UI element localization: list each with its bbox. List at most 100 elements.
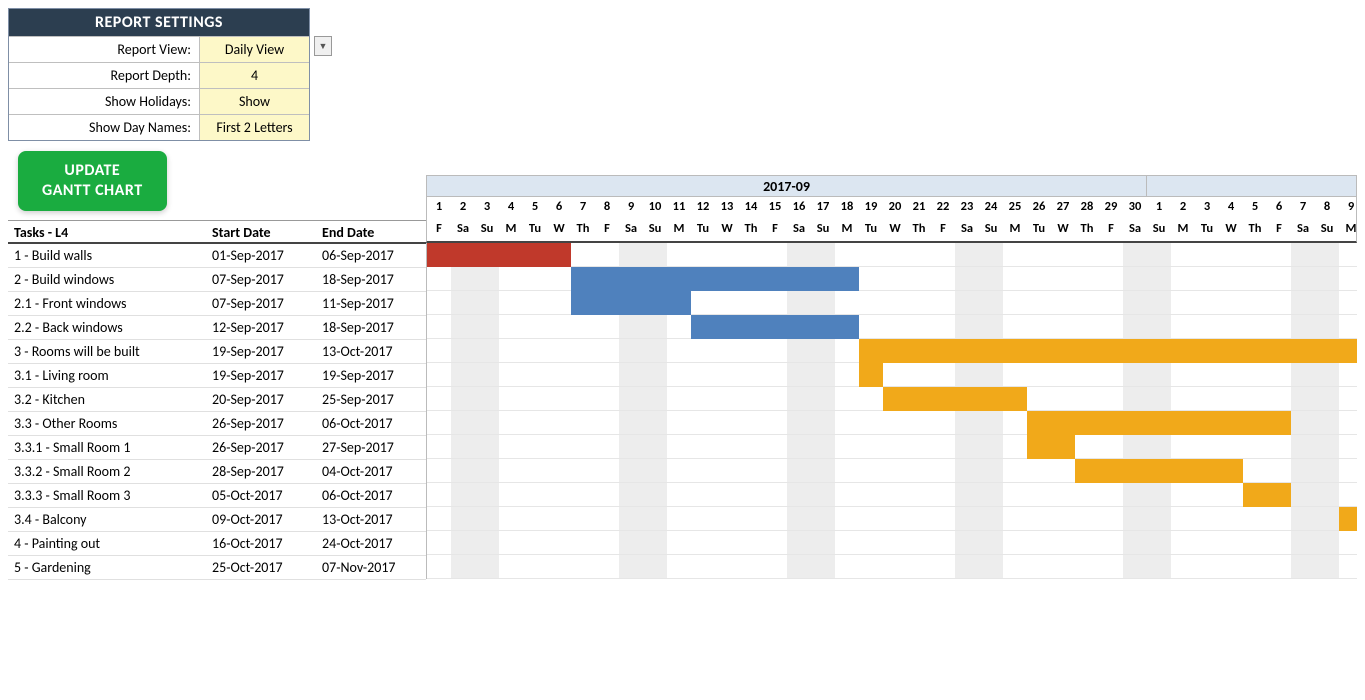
day-cell xyxy=(475,315,499,339)
dayname-cell: M xyxy=(499,219,523,241)
day-cell xyxy=(883,243,907,267)
day-cell xyxy=(787,555,811,579)
day-cell xyxy=(1099,483,1123,507)
day-cell xyxy=(955,435,979,459)
settings-value[interactable]: 4 xyxy=(199,62,309,88)
day-cell xyxy=(547,291,571,315)
day-cell xyxy=(835,243,859,267)
task-start: 28-Sep-2017 xyxy=(206,460,316,483)
day-cell xyxy=(979,459,1003,483)
gantt-bar-segment xyxy=(1003,339,1027,363)
day-cell xyxy=(1315,363,1339,387)
day-cell xyxy=(427,555,451,579)
daynum-cell: 4 xyxy=(499,197,523,219)
task-row[interactable]: 5 - Gardening25-Oct-201707-Nov-2017 xyxy=(8,556,426,580)
day-cell xyxy=(427,363,451,387)
task-row[interactable]: 3.3.2 - Small Room 228-Sep-201704-Oct-20… xyxy=(8,460,426,484)
task-row[interactable]: 2.2 - Back windows12-Sep-201718-Sep-2017 xyxy=(8,316,426,340)
day-cell xyxy=(571,459,595,483)
gantt-bar-segment xyxy=(955,387,979,411)
day-cell xyxy=(979,315,1003,339)
gantt-bar-segment xyxy=(1027,435,1051,459)
day-cell xyxy=(835,411,859,435)
gantt-bar-segment xyxy=(715,267,739,291)
day-cell xyxy=(1315,507,1339,531)
gantt-bar-segment xyxy=(859,339,883,363)
day-cell xyxy=(595,531,619,555)
day-cell xyxy=(1147,483,1171,507)
task-row[interactable]: 3.1 - Living room19-Sep-201719-Sep-2017 xyxy=(8,364,426,388)
day-cell xyxy=(1123,435,1147,459)
task-row[interactable]: 4 - Painting out16-Oct-201724-Oct-2017 xyxy=(8,532,426,556)
day-cell xyxy=(475,411,499,435)
task-row[interactable]: 1 - Build walls01-Sep-201706-Sep-2017 xyxy=(8,244,426,268)
day-cell xyxy=(739,291,763,315)
dayname-cell: Th xyxy=(571,219,595,241)
day-cell xyxy=(835,483,859,507)
gantt-bar-segment xyxy=(1195,339,1219,363)
day-cell xyxy=(931,459,955,483)
day-cell xyxy=(715,483,739,507)
day-cell xyxy=(571,435,595,459)
day-cell xyxy=(1099,291,1123,315)
day-cell xyxy=(907,315,931,339)
day-cell xyxy=(619,435,643,459)
task-row[interactable]: 3.3.1 - Small Room 126-Sep-201727-Sep-20… xyxy=(8,436,426,460)
day-cell xyxy=(643,339,667,363)
task-row[interactable]: 3 - Rooms will be built19-Sep-201713-Oct… xyxy=(8,340,426,364)
settings-value[interactable]: First 2 Letters xyxy=(199,114,309,140)
day-cell xyxy=(715,339,739,363)
daynum-cell: 6 xyxy=(547,197,571,219)
day-cell xyxy=(883,435,907,459)
day-cell xyxy=(547,315,571,339)
task-row[interactable]: 2 - Build windows07-Sep-201718-Sep-2017 xyxy=(8,268,426,292)
day-cell xyxy=(1339,267,1357,291)
task-start: 19-Sep-2017 xyxy=(206,364,316,387)
day-cell xyxy=(1171,291,1195,315)
day-cell xyxy=(763,339,787,363)
day-cell xyxy=(691,387,715,411)
day-cell xyxy=(1099,315,1123,339)
day-cell xyxy=(1075,363,1099,387)
day-cell xyxy=(643,483,667,507)
daynum-cell: 9 xyxy=(1339,197,1357,219)
task-row[interactable]: 2.1 - Front windows07-Sep-201711-Sep-201… xyxy=(8,292,426,316)
daynum-cell: 24 xyxy=(979,197,1003,219)
day-cell xyxy=(1051,459,1075,483)
settings-value[interactable]: Daily View xyxy=(199,36,309,62)
day-cell xyxy=(571,507,595,531)
day-cell xyxy=(547,267,571,291)
day-cell xyxy=(811,363,835,387)
chevron-down-icon[interactable]: ▼ xyxy=(314,36,332,56)
day-cell xyxy=(859,411,883,435)
day-cell xyxy=(715,243,739,267)
day-cell xyxy=(547,363,571,387)
day-cell xyxy=(859,243,883,267)
task-row[interactable]: 3.3.3 - Small Room 305-Oct-201706-Oct-20… xyxy=(8,484,426,508)
daynum-cell: 27 xyxy=(1051,197,1075,219)
settings-value[interactable]: Show xyxy=(199,88,309,114)
day-cell xyxy=(1267,387,1291,411)
task-row[interactable]: 3.3 - Other Rooms26-Sep-201706-Oct-2017 xyxy=(8,412,426,436)
day-cell xyxy=(571,339,595,363)
task-row[interactable]: 3.2 - Kitchen20-Sep-201725-Sep-2017 xyxy=(8,388,426,412)
task-name: 2.2 - Back windows xyxy=(8,316,206,339)
day-cell xyxy=(787,339,811,363)
day-cell xyxy=(1171,315,1195,339)
gantt-bar-segment xyxy=(427,243,451,267)
day-cell xyxy=(1075,387,1099,411)
day-cell xyxy=(523,459,547,483)
task-row[interactable]: 3.4 - Balcony09-Oct-201713-Oct-2017 xyxy=(8,508,426,532)
daynum-cell: 25 xyxy=(1003,197,1027,219)
task-end: 24-Oct-2017 xyxy=(316,532,426,555)
day-cell xyxy=(1027,531,1051,555)
day-cell xyxy=(643,315,667,339)
day-cell xyxy=(499,411,523,435)
day-cell xyxy=(547,555,571,579)
gantt-bar-segment xyxy=(1123,339,1147,363)
day-cell xyxy=(1003,315,1027,339)
gantt-bar-segment xyxy=(691,315,715,339)
day-cell xyxy=(739,339,763,363)
day-cell xyxy=(787,363,811,387)
day-cell xyxy=(859,531,883,555)
